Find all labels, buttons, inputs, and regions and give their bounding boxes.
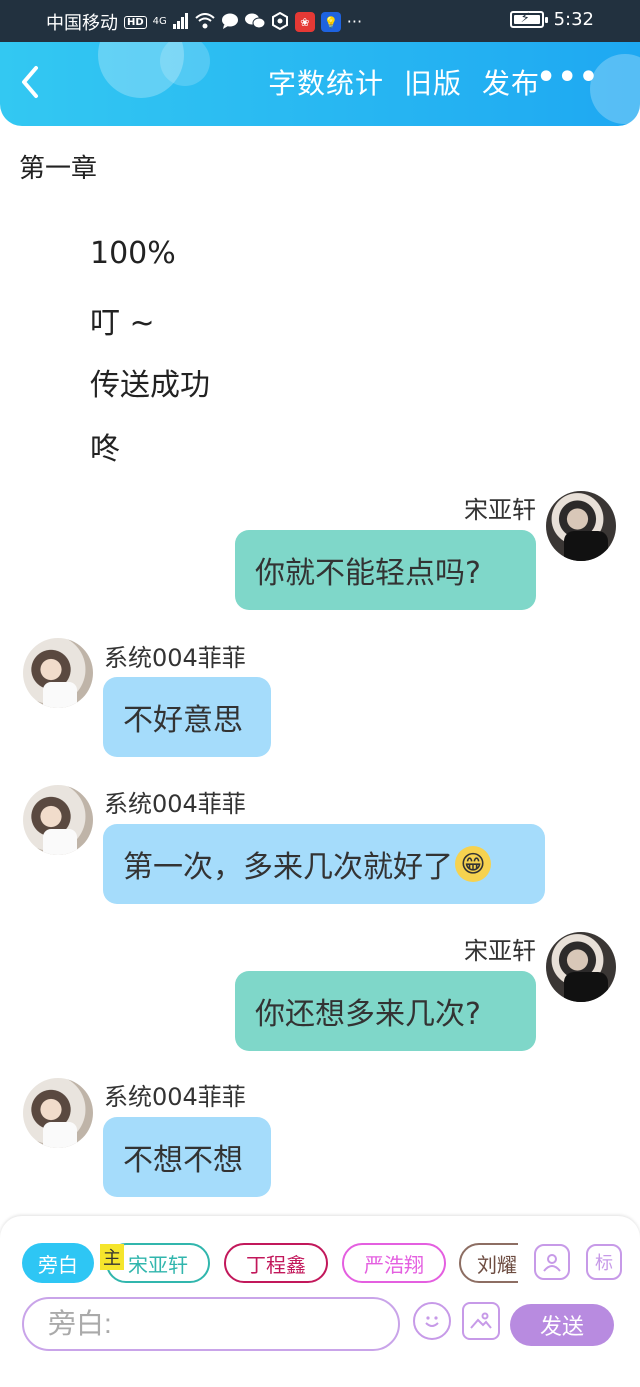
narration-line[interactable]: 叮 ~ <box>90 298 155 342</box>
composer-panel: 旁白 宋亚轩 丁程鑫 严浩翔 刘耀 主 标 发送 <box>0 1216 640 1387</box>
hexagon-app-icon <box>271 11 289 33</box>
clock-label: 5:32 <box>553 9 594 30</box>
role-selector: 旁白 宋亚轩 丁程鑫 严浩翔 刘耀 <box>22 1243 518 1285</box>
tag-button[interactable]: 标 <box>586 1244 622 1280</box>
message-input[interactable] <box>22 1297 400 1351</box>
avatar[interactable] <box>23 1078 93 1148</box>
editor-header: 字数统计 旧版 发布 ••• <box>0 42 640 126</box>
chapter-title[interactable]: 第一章 <box>19 148 97 185</box>
chevron-left-icon <box>22 66 38 98</box>
person-icon <box>543 1254 561 1272</box>
chat-bubble[interactable]: 不想不想 <box>103 1117 271 1197</box>
old-version-button[interactable]: 旧版 <box>404 62 462 102</box>
message-text: 不好意思 <box>123 703 243 738</box>
avatar[interactable] <box>23 638 93 708</box>
speaker-name: 宋亚轩 <box>464 937 536 965</box>
message-text: 你还想多来几次? <box>255 997 481 1032</box>
role-chip-yan-haoxiang[interactable]: 严浩翔 <box>342 1243 446 1283</box>
status-left: 中国移动 HD 4G ❀ 💡 ··· <box>46 9 362 35</box>
publish-button[interactable]: 发布 <box>482 62 540 102</box>
more-notifications-icon: ··· <box>346 12 363 31</box>
avatar[interactable] <box>23 785 93 855</box>
back-button[interactable] <box>18 64 58 104</box>
wechat-icon <box>244 13 266 32</box>
status-bar: 中国移动 HD 4G ❀ 💡 ··· ⚡ 5:32 <box>0 0 640 42</box>
chat-bubble[interactable]: 你还想多来几次? <box>235 971 536 1051</box>
image-icon <box>470 1312 492 1329</box>
speaker-name: 系统004菲菲 <box>104 790 246 818</box>
narration-line[interactable]: 咚 <box>90 424 120 468</box>
network-type-label: 4G <box>152 16 167 27</box>
decorative-bubble <box>160 42 210 86</box>
chat-bubble[interactable]: 不好意思 <box>103 677 271 757</box>
grinning-face-icon: 😁 <box>455 846 491 882</box>
chat-bubble[interactable]: 第一次，多来几次就好了 😁 <box>103 824 545 904</box>
add-role-button[interactable] <box>534 1244 570 1280</box>
role-chip-ding-chengxin[interactable]: 丁程鑫 <box>224 1243 328 1283</box>
message-text: 第一次，多来几次就好了 <box>123 850 453 885</box>
status-right: ⚡ 5:32 <box>509 9 594 30</box>
avatar[interactable] <box>546 491 616 561</box>
signal-icon <box>172 12 189 32</box>
narration-line[interactable]: 传送成功 <box>90 360 210 404</box>
message-text: 不想不想 <box>123 1143 243 1178</box>
wifi-icon <box>195 12 215 32</box>
message-text: 你就不能轻点吗? <box>255 556 481 591</box>
main-role-tag: 主 <box>100 1244 124 1270</box>
word-count-button[interactable]: 字数统计 <box>268 62 384 102</box>
carrier-label: 中国移动 <box>46 13 118 34</box>
role-chip-liu-yaowen[interactable]: 刘耀 <box>459 1243 518 1283</box>
hd-icon: HD <box>124 15 147 29</box>
battery-icon: ⚡ <box>509 11 548 28</box>
speaker-name: 系统004菲菲 <box>104 644 246 672</box>
blue-bulb-icon: 💡 <box>320 12 341 32</box>
role-chip-narrator[interactable]: 旁白 <box>22 1243 94 1283</box>
avatar[interactable] <box>546 932 616 1002</box>
header-actions: 字数统计 旧版 发布 <box>268 62 540 102</box>
red-app-icon: ❀ <box>294 12 315 32</box>
smiley-icon <box>425 1316 439 1327</box>
message-bubble-icon <box>221 13 239 32</box>
narration-line[interactable]: 100% <box>90 236 176 271</box>
speaker-name: 系统004菲菲 <box>104 1083 246 1111</box>
emoji-button[interactable] <box>413 1302 451 1340</box>
image-button[interactable] <box>462 1302 500 1340</box>
more-menu-button[interactable]: ••• <box>536 60 600 95</box>
chat-bubble[interactable]: 你就不能轻点吗? <box>235 530 536 610</box>
speaker-name: 宋亚轩 <box>464 496 536 524</box>
send-button[interactable]: 发送 <box>510 1304 614 1346</box>
